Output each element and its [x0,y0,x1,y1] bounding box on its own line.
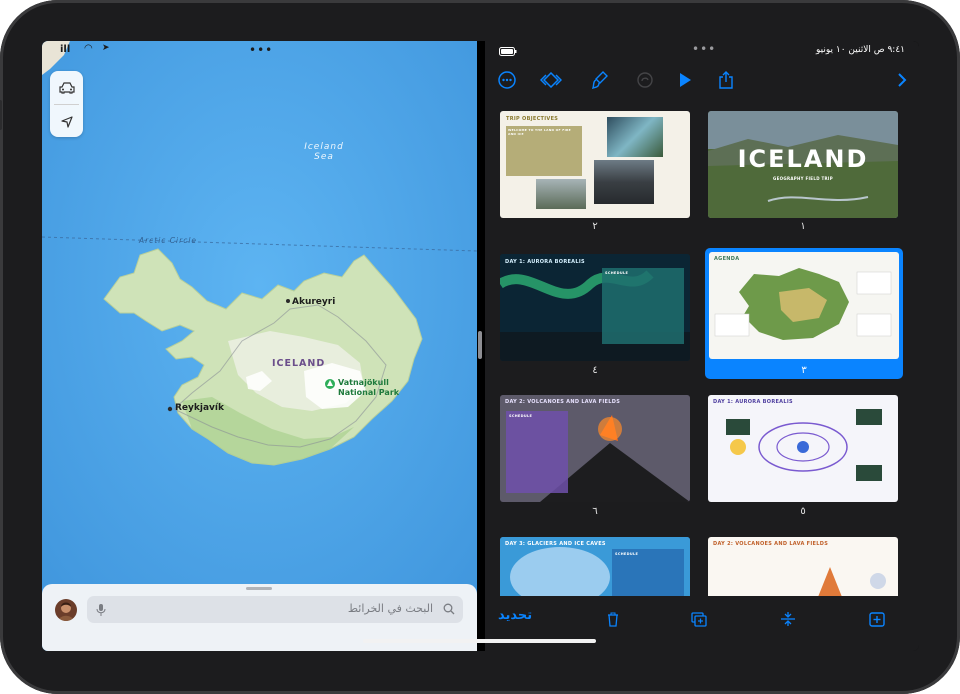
split-view-divider[interactable] [477,41,485,651]
format-button[interactable] [589,69,611,91]
slide-thumbnail-6[interactable]: DAY 2: VOLCANOES AND LAVA FIELDS SCHEDUL… [500,395,690,502]
slide-4-title: DAY 1: AURORA BOREALIS [505,259,585,265]
slide-3-map [714,268,892,340]
duplicate-icon [691,611,707,627]
sea-label-line2: Sea [314,152,334,162]
arctic-circle-label: Arctic Circle [138,236,198,245]
add-slide-button[interactable] [866,608,888,630]
animate-button[interactable] [540,69,562,91]
park-label-line2: National Park [338,388,400,397]
share-button[interactable] [715,69,737,91]
slide-8-subtitle: SCHEDULE [615,552,639,556]
divider-handle[interactable] [478,331,482,359]
add-slide-icon [869,611,885,627]
maps-app-pane[interactable]: ill ◠ ➤ ••• Iceland Sea Arctic Circle IC… [42,41,477,651]
slide-navigator[interactable]: ICELAND GEOGRAPHY FIELD TRIP ١ TRIP OBJE… [485,103,919,596]
town-akureyri[interactable]: Akureyri [292,297,335,307]
slide-2-photo-falls [536,179,586,209]
volume-button [0,100,2,130]
undo-icon [637,72,653,88]
home-indicator[interactable] [363,639,596,643]
play-button[interactable] [674,69,696,91]
slide-thumbnail-2[interactable]: TRIP OBJECTIVES WELCOME TO THE LAND OF F… [500,111,690,218]
slide-thumbnail-5[interactable]: DAY 1: AURORA BOREALIS [708,395,898,502]
search-input[interactable]: البحث في الخرائط [87,596,463,623]
driving-mode-button[interactable] [50,71,83,104]
keynote-toolbar [485,63,919,97]
keynote-multitask-dots[interactable]: ••• [692,43,716,55]
akureyri-dot [286,299,290,303]
screen: ill ◠ ➤ ••• Iceland Sea Arctic Circle IC… [42,41,919,651]
expand-button[interactable] [891,69,913,91]
slide-2-photo-river [607,117,663,157]
chevron-right-icon [898,73,907,87]
undo-button[interactable] [634,69,656,91]
duplicate-button[interactable] [688,608,710,630]
slide-5-diagram [726,409,882,481]
location-arrow-icon [60,115,73,128]
skip-icon [781,612,795,626]
slide-2-subtitle: WELCOME TO THE LAND OF FIRE AND ICE [508,128,571,136]
slide-4-subtitle: SCHEDULE [605,271,629,275]
slide-number-2: ٢ [592,221,598,232]
delete-icon [608,612,618,627]
slide-6-subtitle: SCHEDULE [509,414,533,418]
car-icon [58,81,75,94]
select-button[interactable]: تحديد [498,608,532,623]
slide-8-title: DAY 3: GLACIERS AND ICE CAVES [505,541,606,547]
more-icon [498,71,516,89]
park-label-line1: Vatnajökull [338,378,389,387]
slide-thumbnail-4[interactable]: DAY 1: AURORA BOREALIS SCHEDULE [500,254,690,361]
slide-1-subtitle: GEOGRAPHY FIELD TRIP [773,176,833,181]
share-icon [719,71,733,89]
skip-slide-button[interactable] [777,608,799,630]
search-placeholder: البحث في الخرائط [347,602,433,615]
delete-button[interactable] [602,608,624,630]
signal-text: ill [60,44,71,55]
slide-1-title: ICELAND [737,145,869,173]
avatar[interactable] [55,599,77,621]
slide-8-schedule-box: SCHEDULE [612,549,684,596]
microphone-icon[interactable] [95,603,107,617]
sea-label-line1: Iceland [304,142,344,152]
slide-number-4: ٤ [592,365,598,376]
slide-2-text-box: WELCOME TO THE LAND OF FIRE AND ICE [506,126,582,176]
keynote-app-pane[interactable]: ٩:٤١ ص الاثنين ١٠ يونيو ••• ICELAND GEOG… [485,41,919,651]
slide-number-3: ٣ [801,365,807,376]
slide-thumbnail-3[interactable]: AGENDA [709,252,899,359]
battery-icon [499,47,517,59]
slide-thumbnail-7[interactable]: DAY 2: VOLCANOES AND LAVA FIELDS [708,537,898,596]
slide-6-schedule-box: SCHEDULE [506,411,568,493]
format-brush-icon [592,71,608,89]
slide-7-diagram [818,567,886,596]
map-canvas[interactable] [42,41,477,651]
slide-6-title: DAY 2: VOLCANOES AND LAVA FIELDS [505,399,621,405]
reykjavik-dot [167,406,173,412]
ipad-frame: ill ◠ ➤ ••• Iceland Sea Arctic Circle IC… [0,0,960,694]
slide-number-1: ١ [800,221,806,232]
park-label[interactable]: Vatnajökull National Park [338,378,399,398]
search-icon [443,603,455,615]
animate-icon [540,72,562,88]
wifi-icon: ◠ [84,43,93,54]
more-button[interactable] [496,69,518,91]
status-time: ٩:٤١ ص الاثنين ١٠ يونيو [816,45,905,55]
slide-2-title: TRIP OBJECTIVES [506,116,559,122]
slide-4-schedule-box: SCHEDULE [602,268,684,344]
slide-number-5: ٥ [800,506,806,517]
island-label: ICELAND [272,358,326,369]
slide-thumbnail-1[interactable]: ICELAND GEOGRAPHY FIELD TRIP [708,111,898,218]
current-location-button[interactable] [50,105,83,138]
location-arrow-icon: ➤ [102,43,110,53]
play-icon [680,73,691,87]
map-controls [50,71,83,137]
memoji-icon [58,602,74,621]
iceland-sea-label: Iceland Sea [294,142,354,162]
sheet-grabber[interactable] [246,587,272,590]
slide-2-photo-mountain [594,160,654,204]
slide-number-6: ٦ [592,506,598,517]
town-reykjavik[interactable]: Reykjavík [175,403,224,413]
slide-thumbnail-8[interactable]: DAY 3: GLACIERS AND ICE CAVES SCHEDULE [500,537,690,596]
maps-multitask-dots[interactable]: ••• [249,44,273,56]
